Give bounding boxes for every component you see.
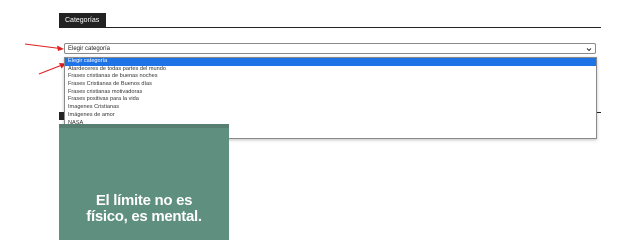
dropdown-option[interactable]: Frases Cristianas de Buenos días bbox=[65, 81, 596, 89]
widget-title-divider bbox=[59, 27, 601, 28]
chevron-down-icon bbox=[586, 48, 592, 52]
post-featured-image[interactable]: El límite no es físico, es mental. bbox=[59, 124, 229, 240]
dropdown-option[interactable]: Imágenes de amor bbox=[65, 112, 596, 120]
category-select[interactable]: Elegir categoría bbox=[64, 43, 596, 54]
image-top-band bbox=[59, 124, 229, 128]
obscured-widget-divider bbox=[597, 112, 601, 113]
obscured-widget-tab bbox=[59, 112, 64, 120]
dropdown-option[interactable]: Elegir categoría bbox=[65, 58, 596, 66]
image-quote-line-1: El límite no es bbox=[95, 192, 193, 209]
category-select-value: Elegir categoría bbox=[68, 46, 111, 52]
annotation-arrow-icon bbox=[24, 43, 64, 51]
dropdown-option[interactable]: Frases cristianas motivadoras bbox=[65, 89, 596, 97]
widget-title: Categorías bbox=[59, 13, 106, 28]
dropdown-option[interactable]: Frases cristianas de buenas noches bbox=[65, 73, 596, 81]
dropdown-option[interactable]: Atardeceres de todas partes del mundo bbox=[65, 66, 596, 74]
image-quote-line-2: físico, es mental. bbox=[86, 208, 202, 225]
dropdown-option[interactable]: Imagenes Cristianas bbox=[65, 104, 596, 112]
dropdown-option[interactable]: Frases positivas para la vida bbox=[65, 96, 596, 104]
